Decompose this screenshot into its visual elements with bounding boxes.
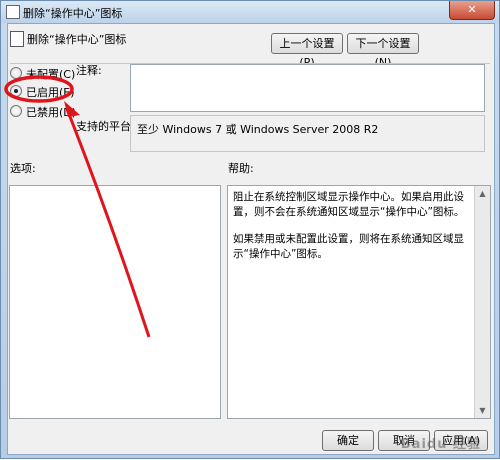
help-paragraph: 阻止在系统控制区域显示操作中心。如果启用此设置，则不会在系统通知区域显示“操作中…: [233, 191, 465, 218]
radio-button-checked-icon[interactable]: [10, 85, 22, 97]
next-setting-button[interactable]: 下一个设置(N): [347, 33, 419, 69]
help-paragraph: 如果禁用或未配置此设置，则将在系统通知区域显示“操作中心”图标。: [233, 233, 464, 260]
supported-platform-label: 支持的平台:: [76, 120, 135, 133]
scroll-down-arrow-icon[interactable]: ▼: [477, 405, 488, 416]
comment-label: 注释:: [76, 64, 102, 77]
help-text: 阻止在系统控制区域显示操作中心。如果启用此设置，则不会在系统通知区域显示“操作中…: [228, 186, 490, 278]
supported-platform-field: 至少 Windows 7 或 Windows Server 2008 R2: [130, 115, 485, 152]
window-title: 删除“操作中心”图标: [23, 7, 123, 20]
policy-setting-icon: [10, 31, 24, 47]
dialog-content: 删除“操作中心”图标 上一个设置(P) 下一个设置(N) 未配置(C) 已启用(…: [7, 23, 495, 455]
title-bar[interactable]: 删除“操作中心”图标 ✕: [1, 1, 499, 23]
comment-textarea[interactable]: [130, 64, 485, 112]
previous-setting-button[interactable]: 上一个设置(P): [271, 33, 343, 69]
radio-button-icon[interactable]: [10, 67, 22, 79]
options-panel: [9, 185, 221, 419]
watermark-logo: Baidu 经验: [400, 437, 481, 452]
radio-label-enabled[interactable]: 已启用(E): [26, 84, 75, 100]
options-label: 选项:: [10, 162, 36, 175]
radio-label-disabled[interactable]: 已禁用(D): [26, 104, 76, 120]
policy-icon: [6, 5, 20, 19]
radio-button-icon[interactable]: [10, 105, 22, 117]
help-label: 帮助:: [228, 162, 254, 175]
help-scrollbar[interactable]: ▲ ▼: [474, 186, 490, 418]
radio-label-not-configured[interactable]: 未配置(C): [26, 66, 75, 82]
close-button[interactable]: ✕: [449, 1, 495, 20]
scroll-up-arrow-icon[interactable]: ▲: [477, 188, 488, 199]
supported-platform-value: 至少 Windows 7 或 Windows Server 2008 R2: [137, 123, 379, 136]
ok-button[interactable]: 确定: [322, 430, 374, 451]
policy-title: 删除“操作中心”图标: [27, 33, 127, 46]
policy-dialog-window: 删除“操作中心”图标 ✕ 删除“操作中心”图标 上一个设置(P) 下一个设置(N…: [0, 0, 500, 459]
help-panel: 阻止在系统控制区域显示操作中心。如果启用此设置，则不会在系统通知区域显示“操作中…: [227, 185, 491, 419]
